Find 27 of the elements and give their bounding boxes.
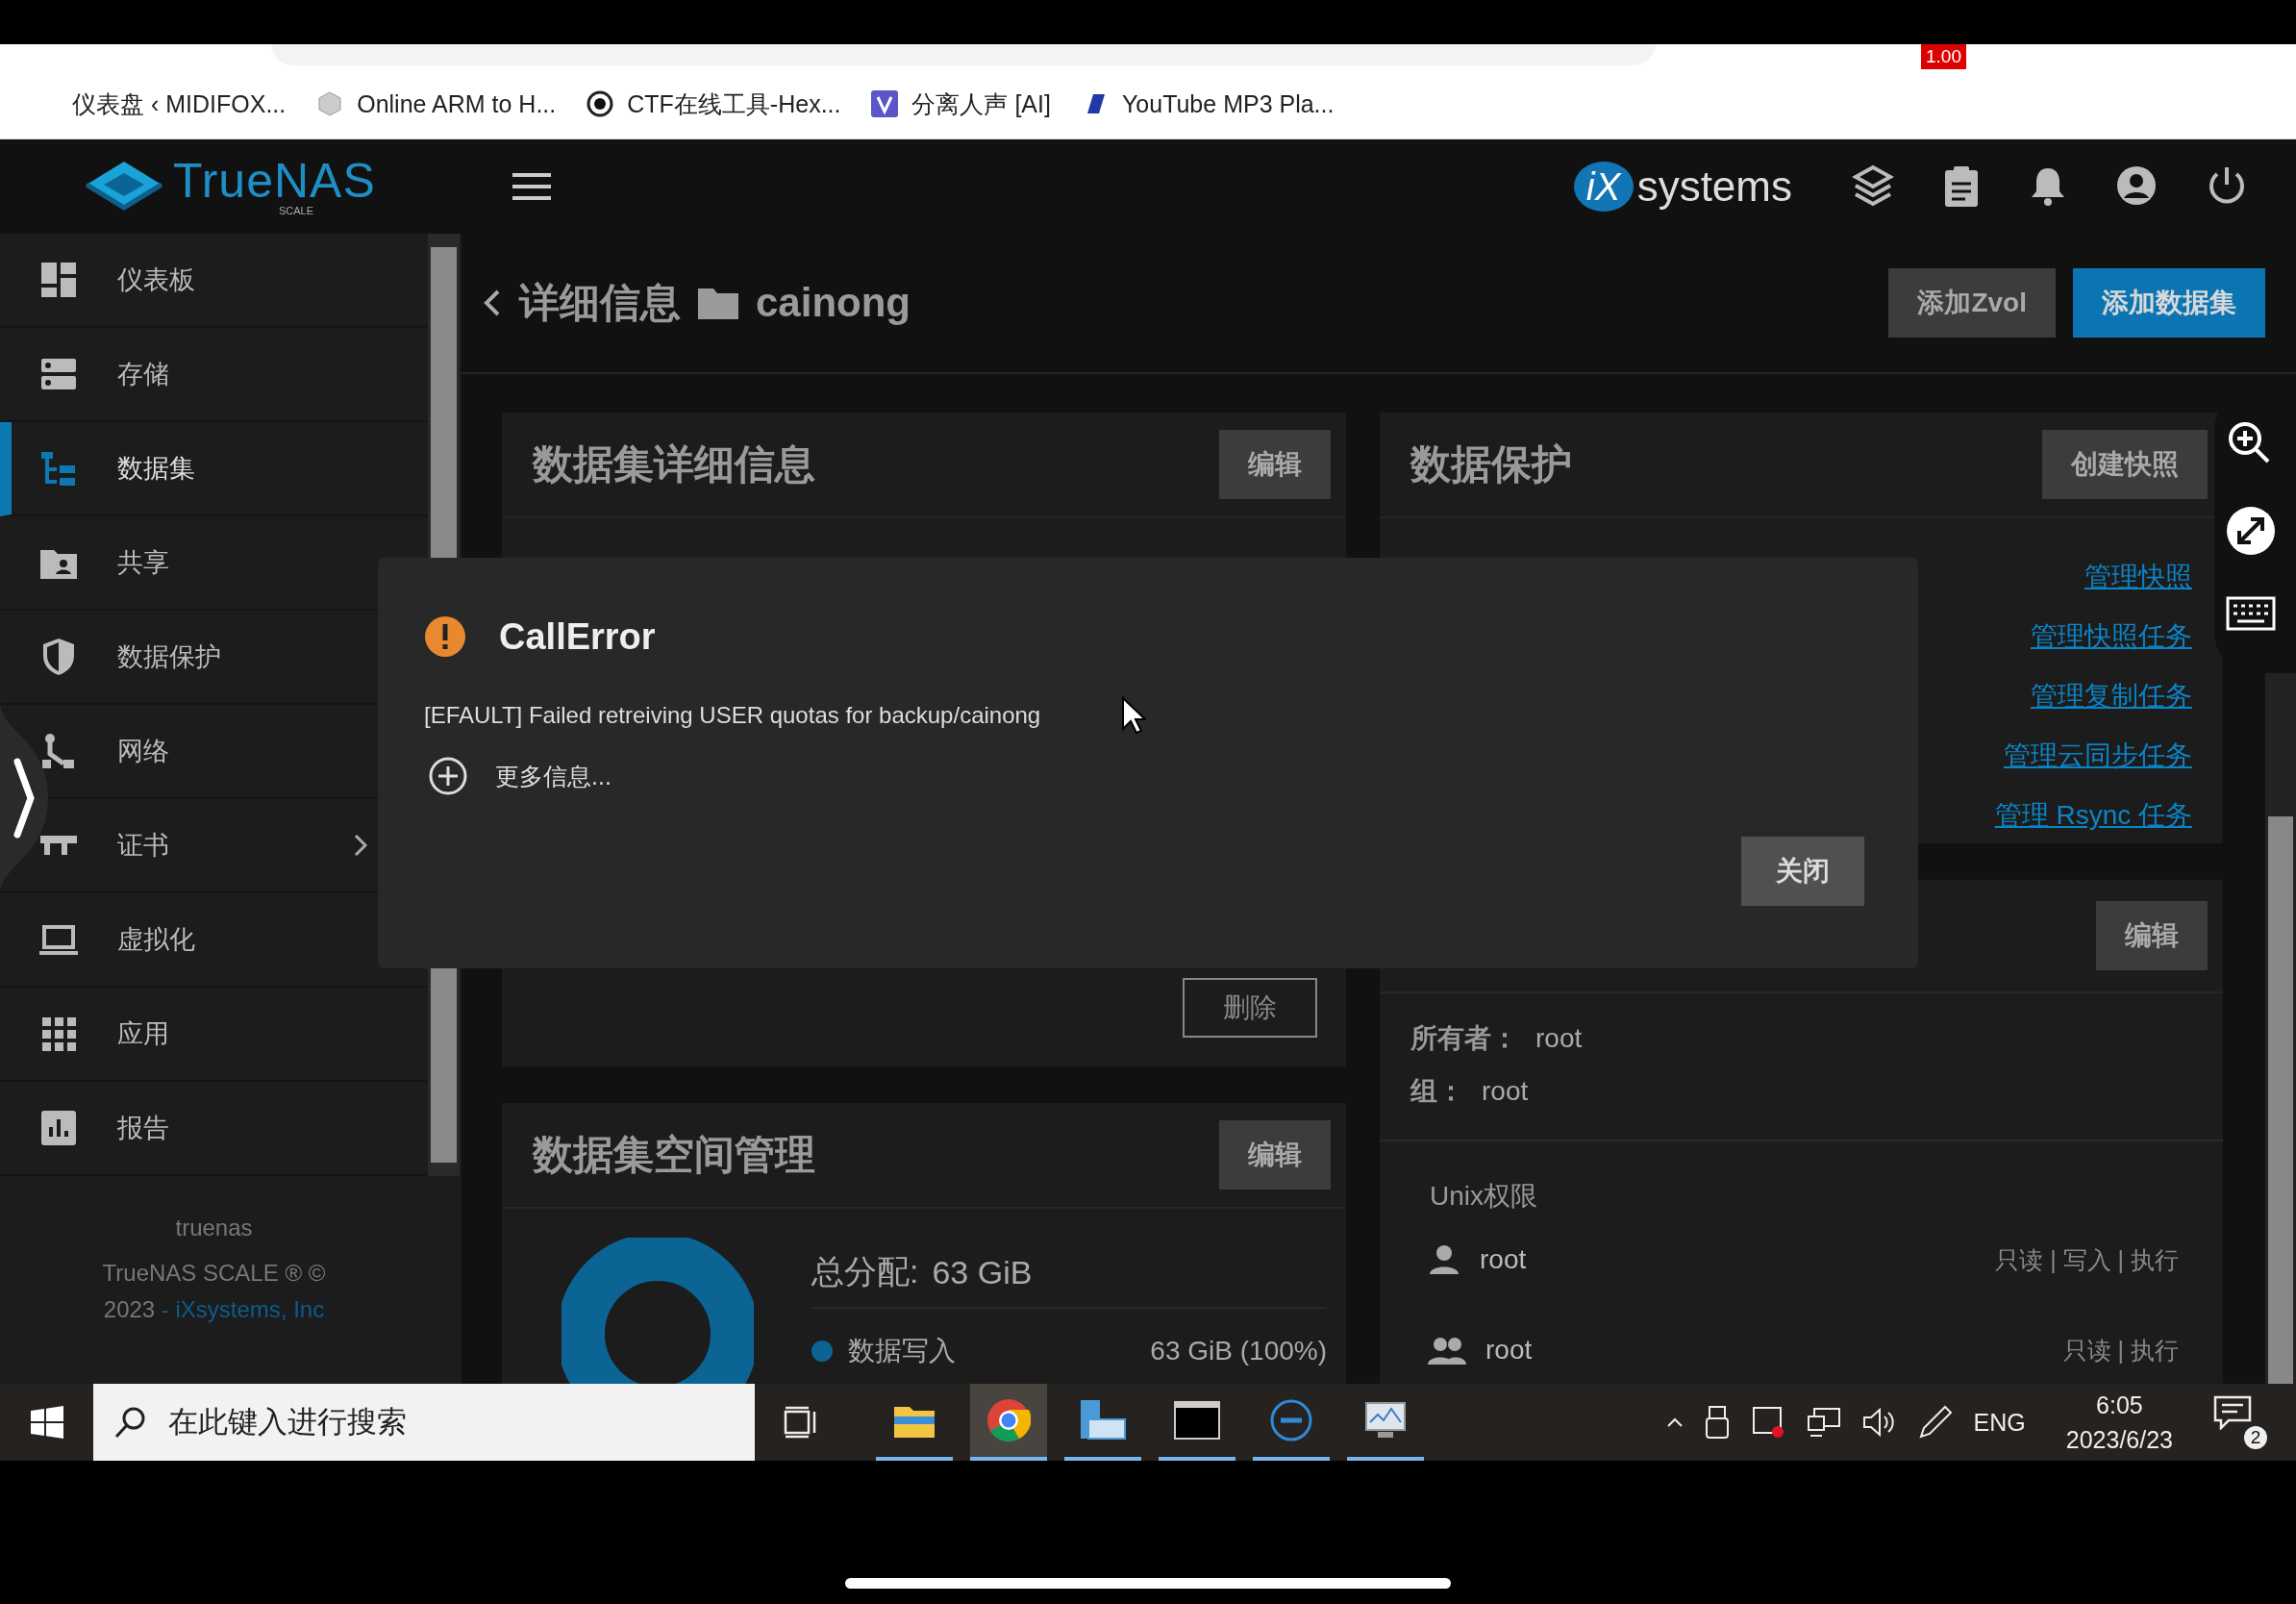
product-label: TrueNAS SCALE ® © <box>102 1260 326 1286</box>
legend-value: 63 GiB (100%) <box>1150 1336 1327 1366</box>
copyright-year: 2023 <box>103 1296 156 1322</box>
dataset-name: cainong <box>756 280 911 326</box>
permission-owner: root <box>1485 1335 1533 1366</box>
permission-flags: 只读 | 执行 <box>2062 1335 2179 1366</box>
total-label: 总分配: <box>811 1252 919 1291</box>
brand-name: systems <box>1636 163 1792 211</box>
card-title: 数据集空间管理 <box>533 1131 815 1179</box>
hostname-label: truenas <box>175 1215 253 1241</box>
card-title: 数据集详细信息 <box>533 440 815 489</box>
group-value: root <box>1482 1076 1529 1107</box>
legend-label: 数据写入 <box>848 1335 956 1367</box>
brand-mark: iX <box>1573 162 1634 212</box>
page-title: 详细信息 <box>519 279 681 327</box>
section-title: Unix权限 <box>1429 1180 1538 1213</box>
permission-owner: root <box>1480 1244 1527 1275</box>
permission-flags: 只读 | 写入 | 执行 <box>1995 1244 2179 1275</box>
total-value: 63 GiB <box>932 1253 1033 1291</box>
app-logo: TrueNAS <box>173 157 376 205</box>
group-label: 组： <box>1410 1075 1464 1108</box>
extension-badge: 1.00 <box>1921 44 1966 69</box>
card-title: 数据保护 <box>1410 440 1572 489</box>
owner-value: root <box>1535 1023 1583 1054</box>
edition-label: SCALE <box>279 205 314 216</box>
owner-label: 所有者： <box>1410 1022 1518 1055</box>
dialog-title: CallError <box>499 615 656 658</box>
